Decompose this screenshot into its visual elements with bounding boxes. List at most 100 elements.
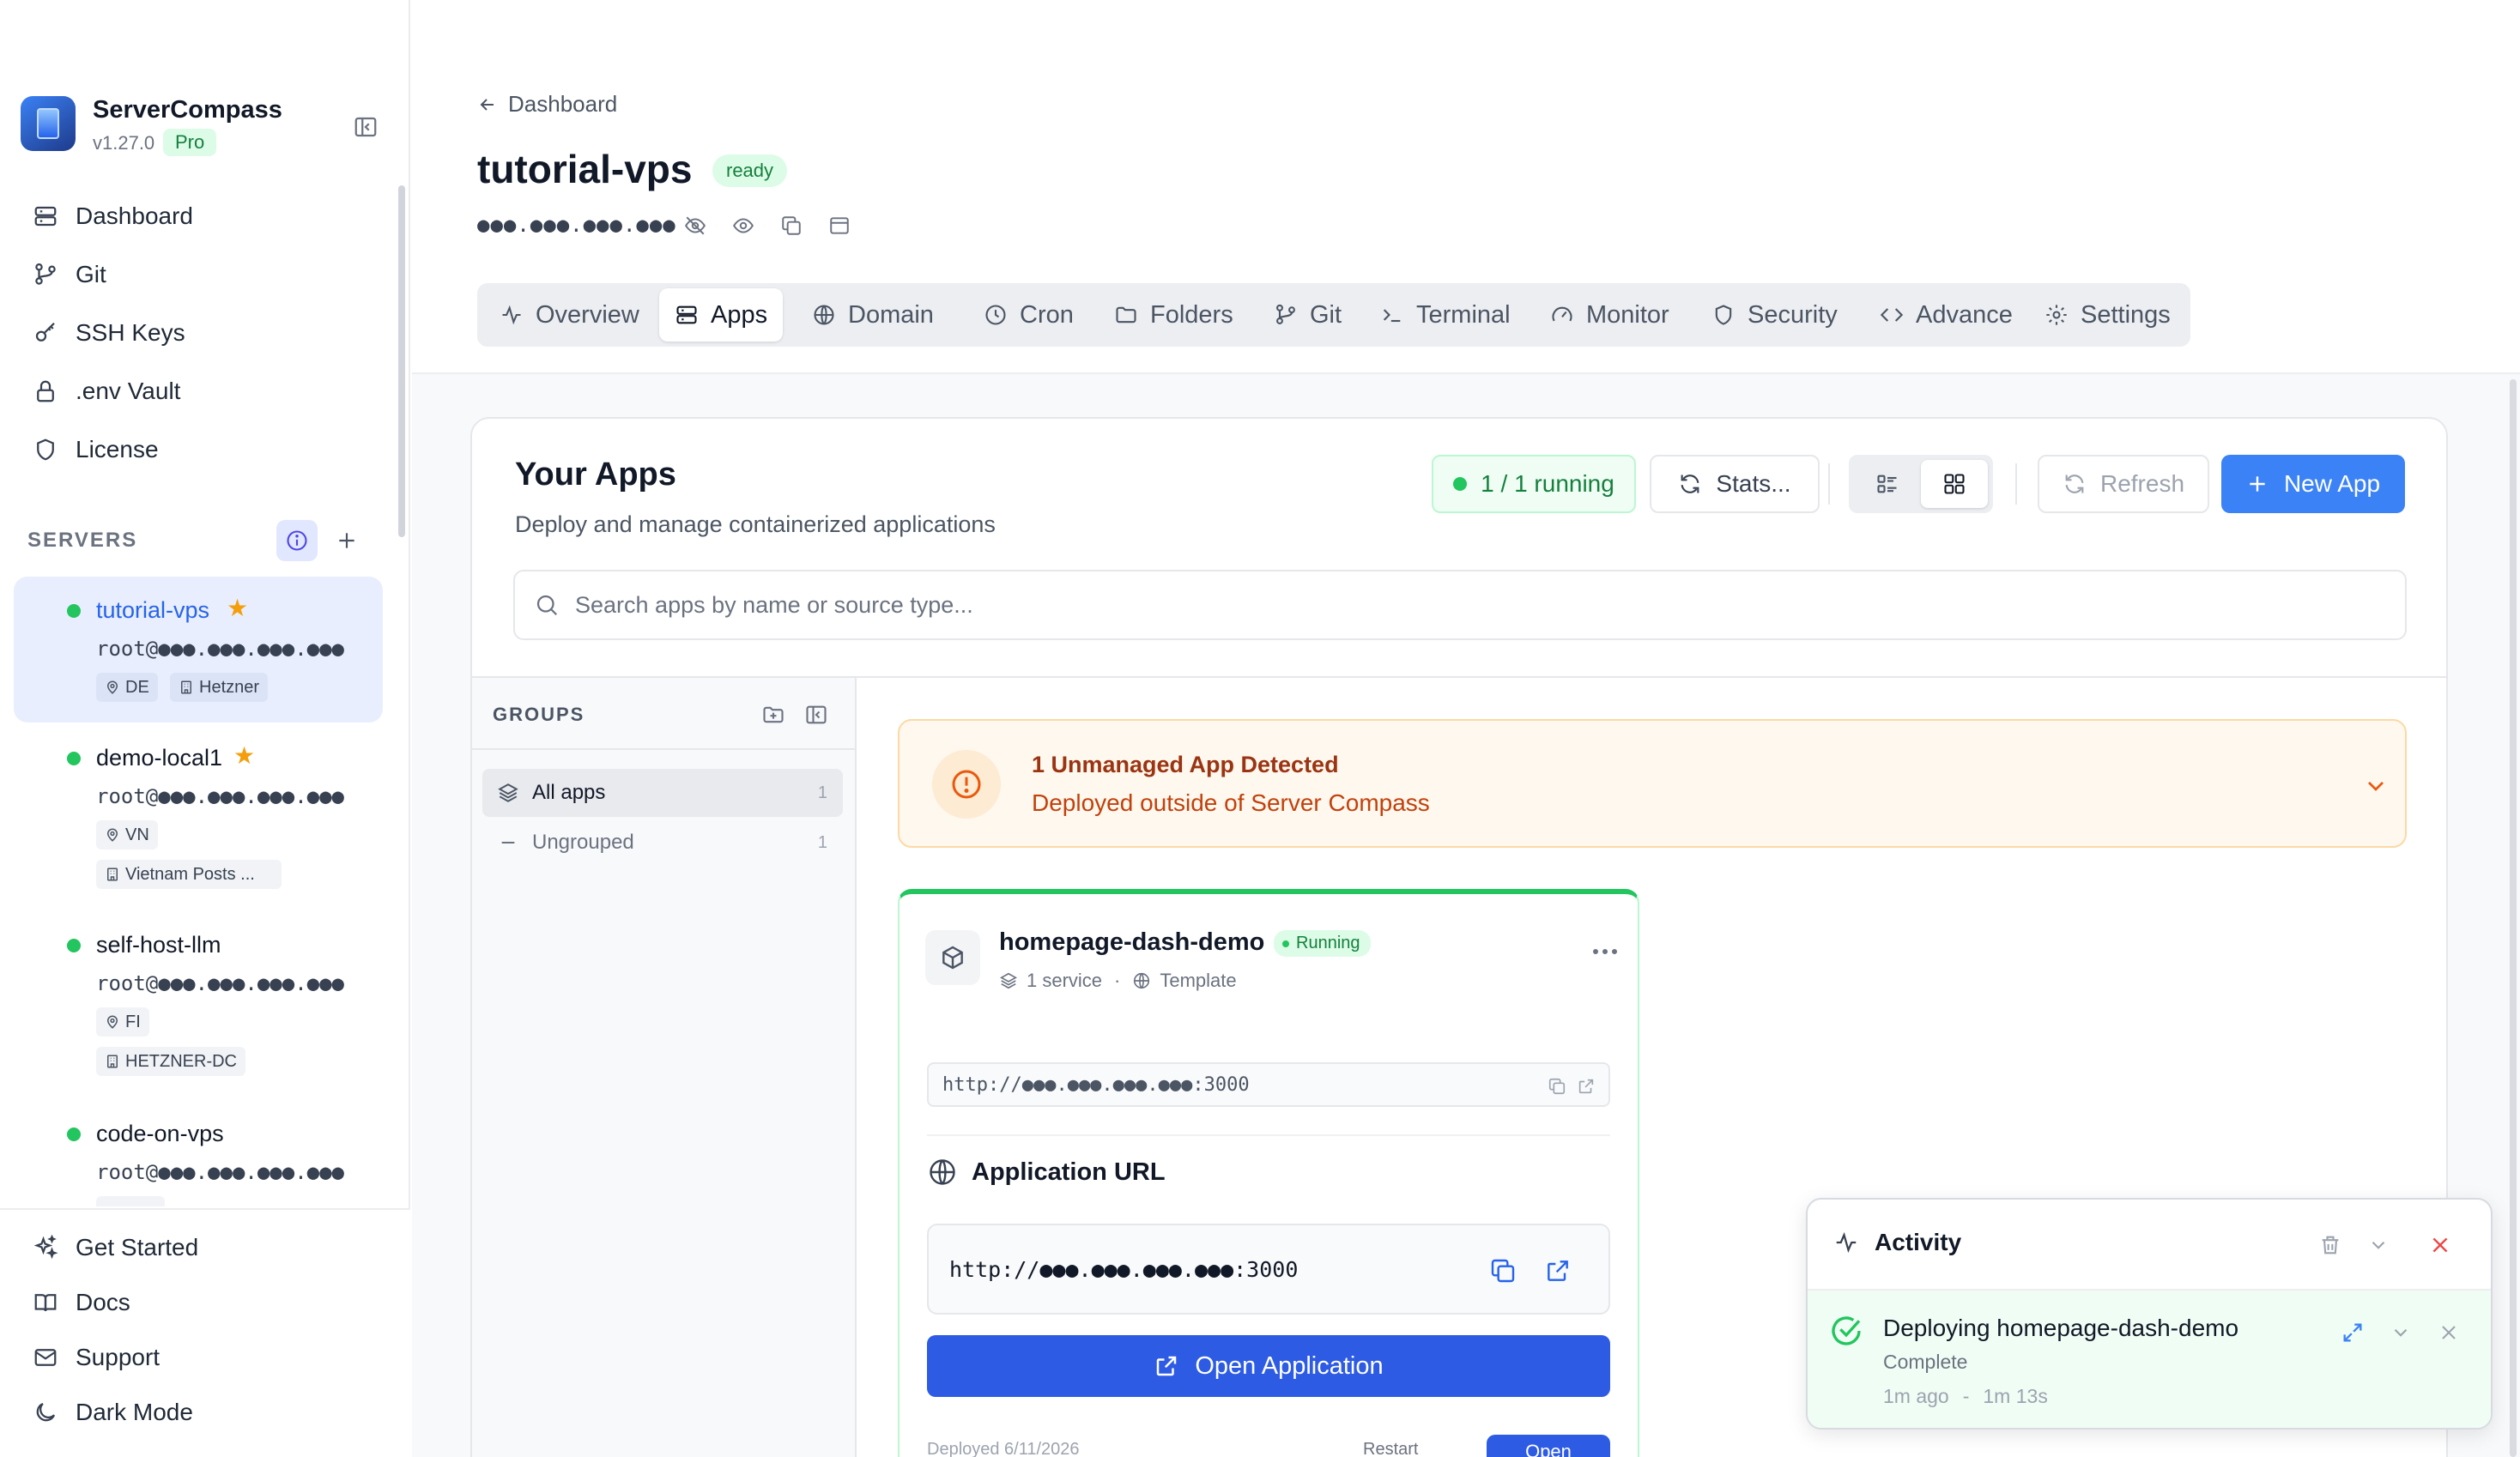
brand: ServerCompass v1.27.0 Pro [21,96,282,156]
status-badge: ready [712,154,788,187]
group-all-apps[interactable]: All apps 1 [482,769,843,817]
location-tag [96,1196,165,1206]
tab-cron[interactable]: Cron [968,288,1089,342]
nav-dark-mode[interactable]: Dark Mode [31,1388,193,1436]
eye-icon[interactable] [730,211,757,240]
terminal-icon [1380,303,1404,327]
open-button[interactable]: Open [1487,1435,1610,1457]
star-icon[interactable]: ★ [233,741,255,770]
minus-icon [496,833,520,852]
nav-license[interactable]: License [31,426,159,474]
location-tag: VN [96,820,158,849]
key-icon [31,320,60,346]
box-icon [925,930,980,985]
eye-off-icon[interactable] [681,211,709,240]
restart-button[interactable]: Restart [1363,1440,1418,1457]
search-icon [534,592,560,618]
server-item-self-host-llm[interactable]: self-host-llm root@●●●.●●●.●●●.●●● FI HE… [14,911,383,1091]
chevron-down-icon[interactable] [2362,1229,2395,1261]
trash-icon[interactable] [2314,1229,2347,1261]
chevron-down-icon[interactable] [2359,769,2393,803]
server-item-demo-local1[interactable]: demo-local1 ★ root@●●●.●●●.●●●.●●● VN Vi… [14,724,383,904]
server-name: demo-local1 [96,745,223,771]
refresh-button[interactable]: Refresh [2038,455,2209,513]
layers-icon [496,782,520,804]
tab-overview[interactable]: Overview [484,288,655,342]
activity-item[interactable]: Deploying homepage-dash-demo Complete 1m… [1808,1291,2491,1428]
more-options-icon[interactable] [1586,939,1624,964]
tab-advance[interactable]: Advance [1864,288,2028,342]
expand-icon[interactable] [2336,1316,2369,1349]
app-card[interactable]: homepage-dash-demo Running 1 service · T… [898,889,1639,1457]
new-app-button[interactable]: New App [2221,455,2405,513]
tab-git[interactable]: Git [1258,288,1357,342]
stats-button[interactable]: Stats... [1650,455,1820,513]
copy-icon[interactable] [778,211,805,240]
tab-apps[interactable]: Apps [659,288,784,342]
grid-view-icon[interactable] [1921,460,1988,508]
plan-badge: Pro [163,129,217,156]
nav-git[interactable]: Git [31,251,106,299]
open-application-button[interactable]: Open Application [927,1335,1610,1397]
add-server-icon[interactable] [330,522,364,559]
close-icon[interactable] [2432,1316,2465,1349]
arrow-left-icon [477,94,498,115]
nav-ssh-keys[interactable]: SSH Keys [31,309,185,357]
collapse-groups-icon[interactable] [802,700,831,729]
divider [2015,463,2017,505]
group-ungrouped[interactable]: Ungrouped 1 [482,819,843,867]
book-icon [31,1290,60,1315]
divider [1828,463,1830,505]
search-input[interactable] [575,591,2292,619]
status-dot [67,1128,81,1141]
browser-icon[interactable] [826,211,853,240]
external-link-icon[interactable] [1574,1074,1598,1098]
globe-icon [1132,971,1151,990]
nav-label: Dashboard [76,203,193,229]
tab-folders[interactable]: Folders [1099,288,1249,342]
nav-label: Dark Mode [76,1399,193,1425]
code-icon [1880,303,1904,327]
nav-support[interactable]: Support [31,1333,160,1381]
check-circle-icon [1828,1313,1864,1349]
running-status[interactable]: 1 / 1 running [1432,455,1636,513]
sidebar-scrollbar[interactable] [398,185,405,537]
nav-label: Get Started [76,1234,199,1261]
nav-dashboard[interactable]: Dashboard [31,192,193,240]
ip-address: ●●●.●●●.●●●.●●● [477,213,676,237]
tab-domain[interactable]: Domain [797,288,949,342]
chevron-down-icon[interactable] [2384,1316,2417,1349]
star-icon[interactable]: ★ [227,594,248,622]
server-item-code-on-vps[interactable]: code-on-vps root@●●●.●●●.●●●.●●● [14,1100,383,1206]
back-link[interactable]: Dashboard [477,91,617,118]
copy-icon[interactable] [1487,1254,1519,1287]
nav-env-vault[interactable]: .env Vault [31,367,180,415]
provider-tag: Vietnam Posts ... [96,860,282,889]
building-icon [105,1054,120,1069]
main-scrollbar[interactable] [2510,379,2517,1457]
nav-label: SSH Keys [76,319,185,346]
unmanaged-app-banner[interactable]: 1 Unmanaged App Detected Deployed outsid… [898,719,2407,848]
building-icon [179,680,194,695]
folder-icon [1114,303,1138,327]
close-icon[interactable] [2424,1229,2456,1261]
tab-security[interactable]: Security [1696,288,1853,342]
activity-icon [500,303,524,327]
list-view-icon[interactable] [1854,460,1921,508]
tab-settings[interactable]: Settings [2029,288,2186,342]
tab-terminal[interactable]: Terminal [1365,288,1526,342]
server-user: root@●●●.●●●.●●●.●●● [96,1160,344,1184]
info-icon[interactable] [276,520,318,561]
clock-icon [984,303,1008,327]
collapse-sidebar-icon[interactable] [348,112,383,142]
nav-docs[interactable]: Docs [31,1279,130,1327]
server-item-tutorial-vps[interactable]: tutorial-vps ★ root@●●●.●●●.●●●.●●● DE H… [14,577,383,722]
activity-header: Activity [1808,1200,2491,1291]
shield-icon [31,437,60,462]
tab-monitor[interactable]: Monitor [1535,288,1685,342]
new-folder-icon[interactable] [759,700,788,729]
copy-icon[interactable] [1545,1074,1569,1098]
nav-get-started[interactable]: Get Started [31,1224,198,1272]
external-link-icon[interactable] [1542,1254,1574,1287]
activity-icon [1833,1230,1859,1255]
